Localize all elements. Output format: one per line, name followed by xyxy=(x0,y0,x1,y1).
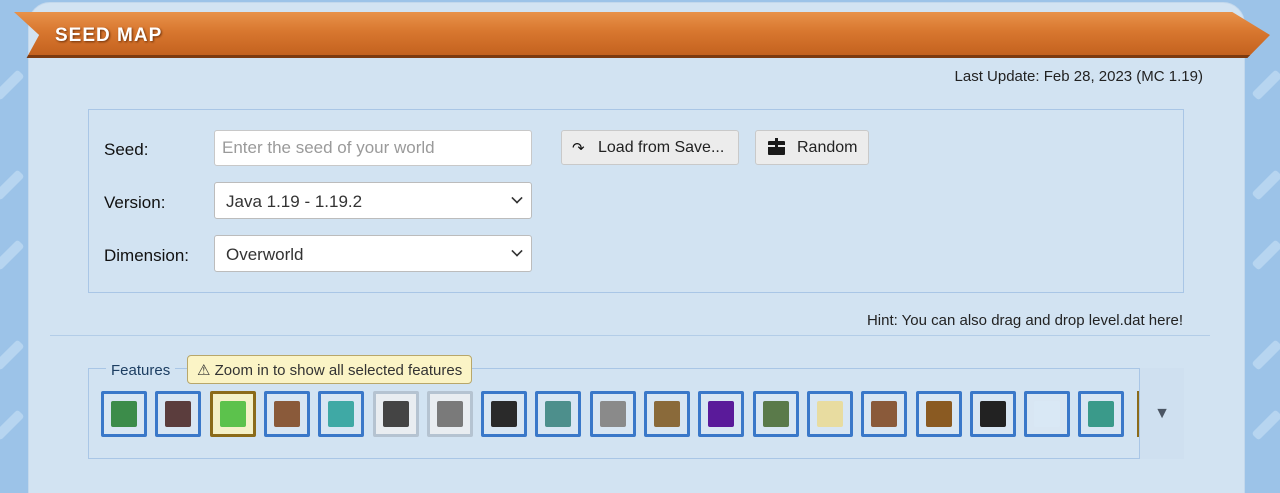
background-sword-icon xyxy=(1251,69,1280,101)
feature-toggle-drowned[interactable] xyxy=(1078,391,1124,437)
feature-toggle-spawner[interactable] xyxy=(373,391,419,437)
seed-input[interactable] xyxy=(214,130,532,166)
feature-toggle-slime-chunk[interactable] xyxy=(210,391,256,437)
feature-toggle-pillager-outpost[interactable] xyxy=(590,391,636,437)
village-icon xyxy=(274,401,300,427)
background-sword-icon xyxy=(0,339,25,371)
anchor-icon xyxy=(980,401,1006,427)
dimension-label: Dimension: xyxy=(104,246,190,265)
feature-toggle-snowball[interactable] xyxy=(1024,391,1070,437)
ocean-monument-icon xyxy=(545,401,571,427)
feature-toggle-woodland-mansion[interactable] xyxy=(861,391,907,437)
load-from-save-button[interactable]: ↷ Load from Save... xyxy=(561,130,739,165)
background-sword-icon xyxy=(0,69,25,101)
redo-arrow-icon: ↷ xyxy=(572,139,585,157)
pillager-outpost-icon xyxy=(600,401,626,427)
feature-toggle-jungle-temple[interactable] xyxy=(753,391,799,437)
chest-icon xyxy=(926,401,952,427)
witch-hut-icon xyxy=(491,401,517,427)
desert-temple-icon xyxy=(817,401,843,427)
version-selected-value: Java 1.19 - 1.19.2 xyxy=(226,192,363,211)
snowball-icon xyxy=(1034,401,1060,427)
feature-toggle-biome-map[interactable] xyxy=(101,391,147,437)
ruined-portal-icon xyxy=(708,401,734,427)
background-sword-icon xyxy=(0,409,25,441)
seed-label: Seed: xyxy=(104,140,149,159)
background-sword-icon xyxy=(1251,169,1280,201)
feature-toggle-stronghold-eye[interactable] xyxy=(427,391,473,437)
version-label: Version: xyxy=(104,193,166,212)
background-sword-icon xyxy=(0,239,25,271)
chevron-down-icon xyxy=(511,245,523,257)
slime-chunk-icon xyxy=(220,401,246,427)
lantern-icon xyxy=(328,401,354,427)
jungle-temple-icon xyxy=(763,401,789,427)
biome-map-icon xyxy=(111,401,137,427)
features-label: Features xyxy=(106,362,176,379)
hint-text: Hint: You can also drag and drop level.d… xyxy=(866,312,1183,329)
chevron-down-icon: ▼ xyxy=(1154,404,1170,422)
stronghold-eye-icon xyxy=(437,401,463,427)
gift-icon xyxy=(768,137,785,155)
dimension-selected-value: Overworld xyxy=(226,245,304,264)
version-select[interactable]: Java 1.19 - 1.19.2 xyxy=(214,182,532,219)
feature-toggle-desert-temple[interactable] xyxy=(807,391,853,437)
header-banner xyxy=(14,12,1270,58)
load-from-save-label: Load from Save... xyxy=(598,138,725,156)
feature-toggle-ruined-portal[interactable] xyxy=(698,391,744,437)
feature-toggle-mineshaft[interactable] xyxy=(644,391,690,437)
page-title: SEED MAP xyxy=(55,25,163,46)
background-sword-icon xyxy=(1251,239,1280,271)
zoom-warning-tooltip: ⚠ Zoom in to show all selected features xyxy=(187,355,473,384)
drowned-icon xyxy=(1088,401,1114,427)
random-label: Random xyxy=(797,138,858,156)
feature-toggle-village[interactable] xyxy=(264,391,310,437)
background-sword-icon xyxy=(1251,339,1280,371)
woodland-mansion-icon xyxy=(871,401,897,427)
mineshaft-icon xyxy=(654,401,680,427)
chevron-down-icon xyxy=(511,192,523,204)
background-sword-icon xyxy=(0,169,25,201)
feature-toggle-witch-hut[interactable] xyxy=(481,391,527,437)
background-sword-icon xyxy=(1251,409,1280,441)
feature-toggle-lantern[interactable] xyxy=(318,391,364,437)
dimension-select[interactable]: Overworld xyxy=(214,235,532,272)
random-button[interactable]: Random xyxy=(755,130,869,165)
more-features-button[interactable]: ▼ xyxy=(1139,368,1184,459)
last-update-text: Last Update: Feb 28, 2023 (MC 1.19) xyxy=(954,68,1203,85)
buried-treasure-icon xyxy=(165,401,191,427)
feature-toggle-ocean-monument[interactable] xyxy=(535,391,581,437)
feature-toggle-chest[interactable] xyxy=(916,391,962,437)
feature-toggle-buried-treasure[interactable] xyxy=(155,391,201,437)
feature-toggle-anchor[interactable] xyxy=(970,391,1016,437)
section-divider xyxy=(50,335,1210,336)
spawner-icon xyxy=(383,401,409,427)
